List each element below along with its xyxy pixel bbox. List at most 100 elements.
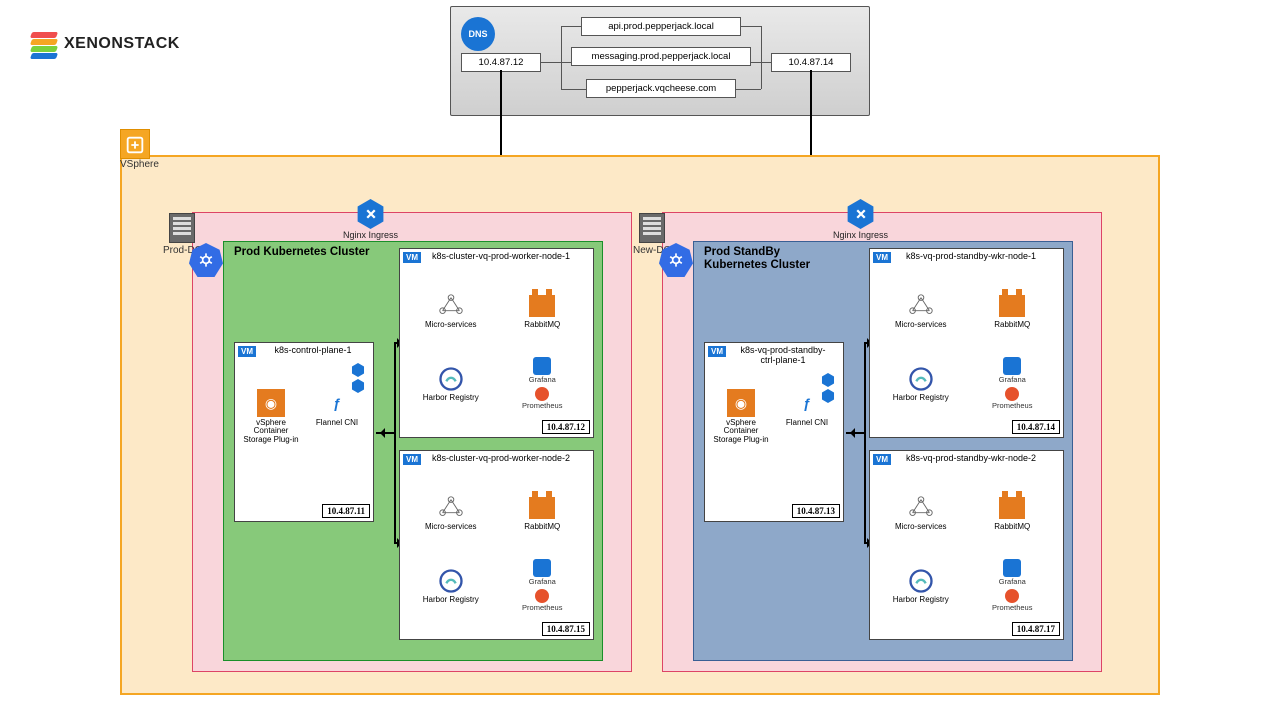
nginx-ingress-icon: [846, 199, 876, 229]
vsphere-icon: [120, 129, 150, 159]
worker-node-2-standby: VM k8s-vq-prod-standby-wkr-node-2 Micro-…: [869, 450, 1064, 640]
vm-badge-icon: VM: [873, 252, 891, 263]
cp-ip: 10.4.87.13: [792, 504, 840, 518]
flannel-label: Flannel CNI: [316, 419, 358, 427]
arrow-cp-wk: [376, 432, 396, 434]
arrow-cp-wk: [846, 432, 866, 434]
microservices-icon: [907, 292, 935, 320]
harbor-icon: [907, 567, 935, 595]
flannel-label: Flannel CNI: [786, 419, 828, 427]
harbor: Harbor Registry: [406, 348, 496, 419]
rabbitmq-icon: [998, 292, 1026, 320]
harbor-icon: [907, 365, 935, 393]
grafana-icon: [533, 357, 551, 375]
ingress-prod: Nginx Ingress: [343, 199, 398, 240]
cp-name: k8s-vq-prod-standby-ctrl-plane-1: [733, 346, 833, 366]
dns-block: DNS 10.4.87.12 api.prod.pepperjack.local…: [450, 6, 870, 116]
microservices: Micro-services: [406, 275, 496, 346]
prometheus-icon: [1005, 589, 1019, 603]
microservices: Micro-services: [406, 477, 496, 548]
vm-badge-icon: VM: [873, 454, 891, 465]
rabbitmq-icon: [528, 494, 556, 522]
storage-plugin-icon: ◉: [727, 389, 755, 417]
microservices-icon: [437, 292, 465, 320]
rabbitmq: RabbitMQ: [498, 275, 588, 346]
dns-record-0: api.prod.pepperjack.local: [581, 17, 741, 36]
brand-logo-block: XENONSTACK: [30, 30, 180, 58]
rack-icon: [639, 213, 665, 243]
prometheus-icon: [1005, 387, 1019, 401]
grafana-icon: [1003, 357, 1021, 375]
cluster-prod-title: Prod Kubernetes Cluster: [234, 246, 369, 259]
cluster-standby: Prod StandBy Kubernetes Cluster VM k8s-v…: [693, 241, 1073, 661]
prometheus-icon: [535, 387, 549, 401]
rabbit-label: RabbitMQ: [524, 321, 560, 329]
vm-badge-icon: VM: [403, 252, 421, 263]
harbor-label: Harbor Registry: [423, 394, 479, 402]
vsphere-text: VSphere: [120, 159, 159, 170]
microservices: Micro-services: [876, 275, 966, 346]
wk2-name: k8s-vq-prod-standby-wkr-node-2: [896, 454, 1046, 463]
grafana-icon: [1003, 559, 1021, 577]
grafana-label: Grafana: [529, 375, 556, 384]
brand-name: XENONSTACK: [64, 35, 180, 53]
storage-plugin-label: vSphere Container Storage Plug-in: [241, 419, 301, 444]
dc-prod: Prod-DC Nginx Ingress Prod Kubernetes Cl…: [192, 212, 632, 672]
ingress-standby: Nginx Ingress: [833, 199, 888, 240]
wk1-name: k8s-cluster-vq-prod-worker-node-1: [426, 252, 576, 261]
worker-node-1-standby: VM k8s-vq-prod-standby-wkr-node-1 Micro-…: [869, 248, 1064, 438]
wk1-name: k8s-vq-prod-standby-wkr-node-1: [896, 252, 1046, 261]
dns-record-1: messaging.prod.pepperjack.local: [571, 47, 751, 66]
microservices-icon: [437, 494, 465, 522]
grafana-icon: [533, 559, 551, 577]
control-plane-prod: VM k8s-control-plane-1 ◉ vSphere Contain…: [234, 342, 374, 522]
rabbitmq-icon: [528, 292, 556, 320]
flannel-cni: ƒ Flannel CNI: [777, 389, 837, 444]
wk2-name: k8s-cluster-vq-prod-worker-node-2: [426, 454, 576, 463]
harbor-icon: [437, 567, 465, 595]
prometheus-icon: [535, 589, 549, 603]
cp-name: k8s-control-plane-1: [263, 346, 363, 356]
flannel-cni: ƒ Flannel CNI: [307, 389, 367, 444]
vsphere-csi: ◉vSphere Container Storage Plug-in: [711, 389, 771, 444]
rabbitmq-icon: [998, 494, 1026, 522]
storage-plugin-label: vSphere Container Storage Plug-in: [711, 419, 771, 444]
wk2-ip: 10.4.87.15: [542, 622, 590, 636]
dns-record-2: pepperjack.vqcheese.com: [586, 79, 736, 98]
worker-node-2-prod: VM k8s-cluster-vq-prod-worker-node-2 Mic…: [399, 450, 594, 640]
vsphere-label: VSphere: [120, 129, 159, 170]
cp-ip: 10.4.87.11: [322, 504, 370, 518]
vm-badge-icon: VM: [403, 454, 421, 465]
microservices: Micro-services: [876, 477, 966, 548]
rack-icon: [169, 213, 195, 243]
cluster-prod: Prod Kubernetes Cluster VM k8s-control-p…: [223, 241, 603, 661]
harbor: Harbor Registry: [406, 550, 496, 621]
brand-logo-icon: [30, 30, 58, 58]
flannel-icon: ƒ: [793, 389, 821, 417]
harbor: Harbor Registry: [876, 348, 966, 419]
dns-icon: DNS: [461, 17, 495, 51]
vm-badge-icon: VM: [238, 346, 256, 357]
rabbitmq: RabbitMQ: [968, 275, 1058, 346]
vsphere-container: VSphere Prod-DC Nginx Ingress Prod Kuber…: [120, 155, 1160, 695]
micro-label: Micro-services: [425, 321, 477, 329]
monitoring-stack: GrafanaPrometheus: [968, 550, 1058, 621]
harbor-icon: [437, 365, 465, 393]
ingress-label: Nginx Ingress: [343, 230, 398, 240]
control-plane-standby: VM k8s-vq-prod-standby-ctrl-plane-1 ◉vSp…: [704, 342, 844, 522]
ingress-label: Nginx Ingress: [833, 230, 888, 240]
flannel-icon: ƒ: [323, 389, 351, 417]
rabbitmq: RabbitMQ: [968, 477, 1058, 548]
vm-badge-icon: VM: [708, 346, 726, 357]
cluster-standby-title: Prod StandBy Kubernetes Cluster: [704, 246, 844, 272]
nginx-ingress-icon: [356, 199, 386, 229]
rabbitmq: RabbitMQ: [498, 477, 588, 548]
monitoring-stack: GrafanaPrometheus: [968, 348, 1058, 419]
wk1-ip: 10.4.87.14: [1012, 420, 1060, 434]
monitoring-stack: GrafanaPrometheus: [498, 550, 588, 621]
wk2-ip: 10.4.87.17: [1012, 622, 1060, 636]
prometheus-label: Prometheus: [522, 401, 562, 410]
wk1-ip: 10.4.87.12: [542, 420, 590, 434]
harbor: Harbor Registry: [876, 550, 966, 621]
monitoring-stack: Grafana Prometheus: [498, 348, 588, 419]
